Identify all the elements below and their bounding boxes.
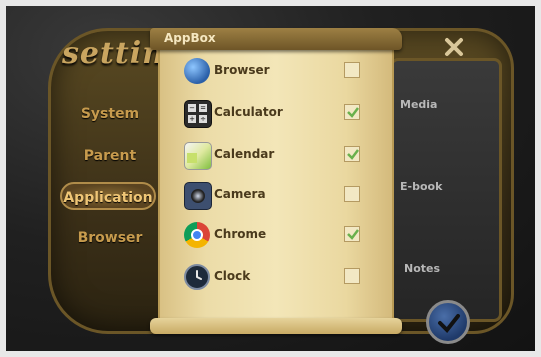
app-label: Browser (214, 63, 270, 77)
app-checkbox[interactable] (344, 62, 360, 78)
right-item-ebook[interactable]: E-book (400, 180, 442, 193)
clock-icon (184, 264, 210, 290)
app-checkbox[interactable] (344, 268, 360, 284)
menu-item-browser[interactable]: Browser (66, 224, 154, 252)
checkmark-icon (438, 314, 460, 334)
app-row-chrome[interactable]: Chrome (184, 220, 374, 252)
screen: setting System Parent Application Browse… (0, 0, 541, 357)
app-checkbox[interactable] (344, 146, 360, 162)
app-label: Calculator (214, 105, 283, 119)
checkmark-icon (347, 149, 359, 160)
app-label: Clock (214, 269, 251, 283)
right-item-notes[interactable]: Notes (404, 262, 440, 275)
app-checkbox[interactable] (344, 104, 360, 120)
app-label: Calendar (214, 147, 275, 161)
right-item-media[interactable]: Media (400, 98, 437, 111)
checkmark-icon (347, 107, 359, 118)
app-checkbox[interactable] (344, 186, 360, 202)
checkmark-icon (347, 229, 359, 240)
app-row-calculator[interactable]: − = + ÷ Calculator (184, 98, 374, 130)
chrome-icon (184, 222, 210, 248)
menu-item-label: Parent (83, 148, 137, 164)
calendar-icon (184, 142, 212, 170)
app-row-camera[interactable]: Camera (184, 180, 374, 212)
globe-icon (184, 58, 210, 84)
appbox-header: AppBox (150, 28, 402, 50)
menu-item-label: Application (63, 190, 153, 206)
app-row-calendar[interactable]: Calendar (184, 140, 374, 172)
calculator-icon: − = + ÷ (184, 100, 212, 128)
scroll-bottom-roll (150, 318, 402, 334)
menu-item-parent[interactable]: Parent (66, 142, 154, 170)
close-button[interactable] (436, 32, 472, 62)
menu-item-label: System (80, 106, 140, 122)
app-row-clock[interactable]: Clock (184, 262, 374, 294)
appbox-title: AppBox (164, 31, 216, 45)
app-checkbox[interactable] (344, 226, 360, 242)
menu-item-system[interactable]: System (66, 100, 154, 128)
camera-icon (184, 182, 212, 210)
close-icon (445, 38, 463, 56)
app-label: Camera (214, 187, 266, 201)
app-label: Chrome (214, 227, 267, 241)
app-row-browser[interactable]: Browser (184, 56, 374, 88)
menu-item-label: Browser (77, 230, 143, 246)
confirm-button[interactable] (426, 300, 470, 344)
menu-item-application[interactable]: Application (60, 182, 156, 210)
